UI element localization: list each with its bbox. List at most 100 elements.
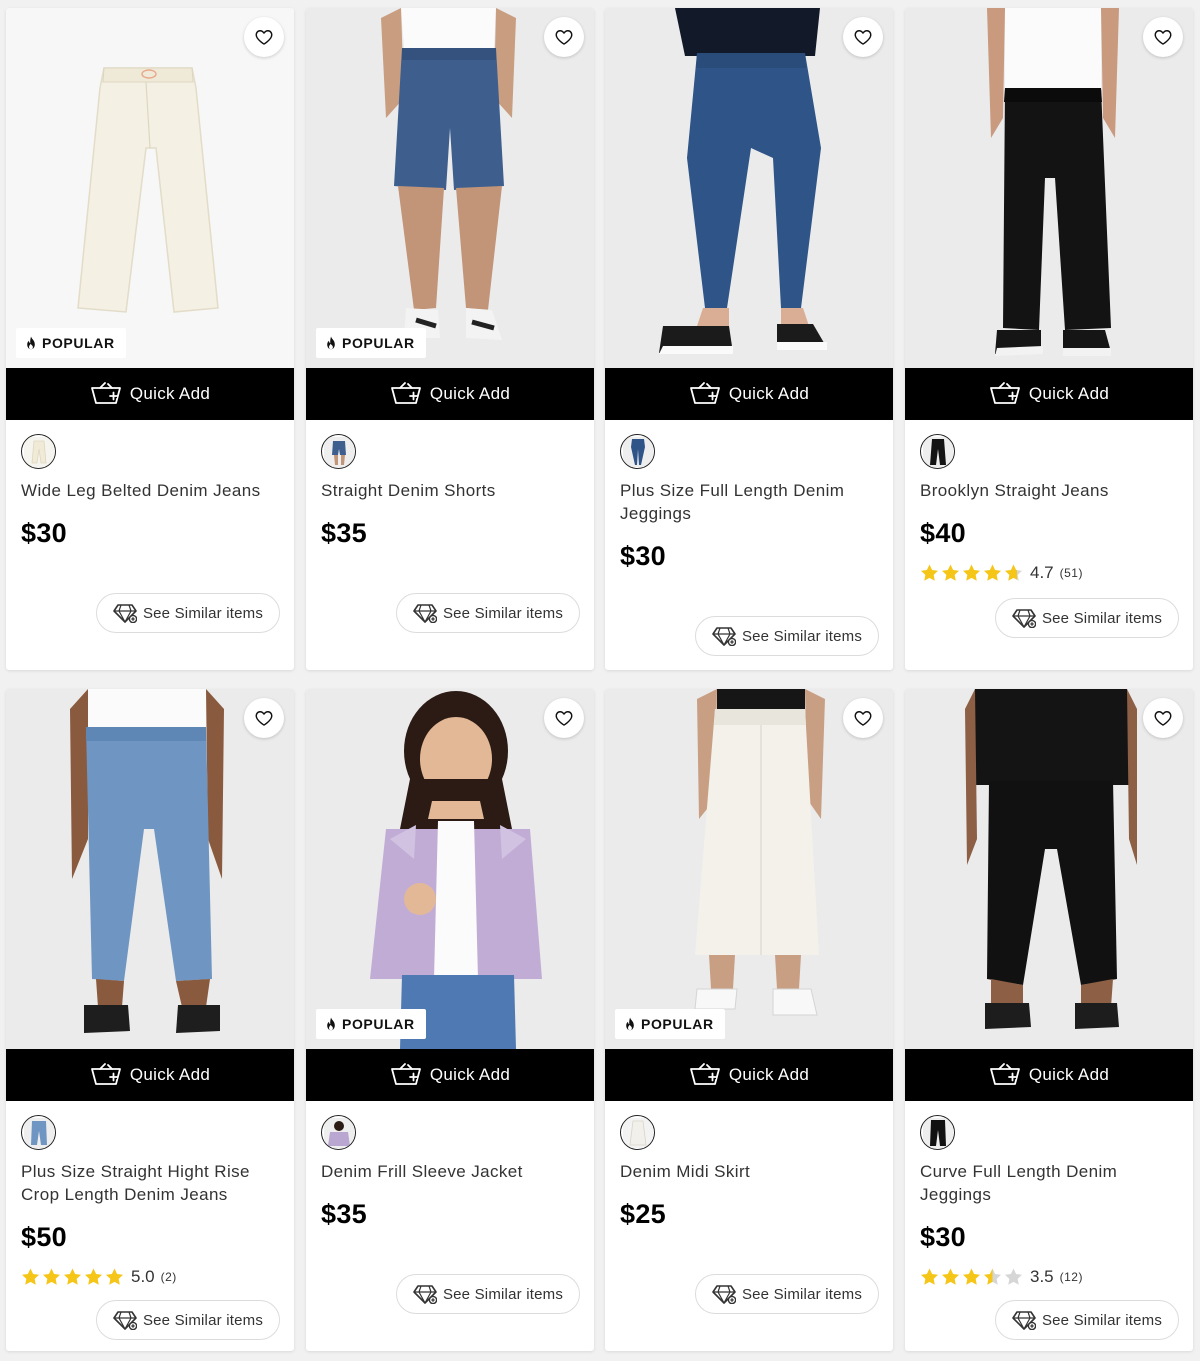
product-image[interactable] bbox=[306, 689, 594, 1049]
product-name[interactable]: Straight Denim Shorts bbox=[321, 479, 581, 502]
basket-icon bbox=[90, 382, 122, 406]
star-icon bbox=[1003, 1267, 1024, 1287]
swatch-thumbnail bbox=[622, 1117, 653, 1148]
quick-add-button[interactable]: Quick Add bbox=[605, 368, 893, 420]
star-icon bbox=[919, 1267, 940, 1287]
product-card[interactable]: Quick Add Plus Size Straight Hight Rise … bbox=[6, 689, 294, 1351]
product-image[interactable] bbox=[6, 8, 294, 368]
flame-icon bbox=[624, 1017, 636, 1031]
quick-add-button[interactable]: Quick Add bbox=[605, 1049, 893, 1101]
product-name[interactable]: Denim Midi Skirt bbox=[620, 1160, 880, 1183]
quick-add-button[interactable]: Quick Add bbox=[306, 368, 594, 420]
star-icon bbox=[961, 563, 982, 583]
popular-badge: POPULAR bbox=[316, 328, 426, 358]
color-swatch[interactable] bbox=[620, 434, 655, 469]
see-similar-button[interactable]: See Similar items bbox=[995, 598, 1179, 638]
color-swatch[interactable] bbox=[920, 1115, 955, 1150]
product-name[interactable]: Plus Size Straight Hight Rise Crop Lengt… bbox=[21, 1160, 281, 1206]
swatch-thumbnail bbox=[922, 436, 953, 467]
star-rating[interactable]: 5.0 (2) bbox=[20, 1267, 177, 1287]
wishlist-button[interactable] bbox=[843, 17, 883, 57]
product-image[interactable] bbox=[905, 689, 1193, 1049]
product-card[interactable]: POPULAR Quick Add Wide Leg Belted Denim … bbox=[6, 8, 294, 670]
badge-label: POPULAR bbox=[42, 335, 115, 351]
see-similar-button[interactable]: See Similar items bbox=[96, 593, 280, 633]
color-swatch[interactable] bbox=[321, 434, 356, 469]
color-swatch[interactable] bbox=[920, 434, 955, 469]
wishlist-button[interactable] bbox=[843, 698, 883, 738]
popular-badge: POPULAR bbox=[615, 1009, 725, 1039]
quick-add-button[interactable]: Quick Add bbox=[6, 1049, 294, 1101]
product-card[interactable]: POPULAR Quick Add Straight Denim Shorts … bbox=[306, 8, 594, 670]
color-swatch[interactable] bbox=[21, 434, 56, 469]
rating-value: 3.5 bbox=[1030, 1267, 1054, 1286]
star-rating[interactable]: 3.5 (12) bbox=[919, 1267, 1083, 1287]
wishlist-button[interactable] bbox=[244, 698, 284, 738]
see-similar-button[interactable]: See Similar items bbox=[96, 1300, 280, 1340]
product-name[interactable]: Curve Full Length Denim Jeggings bbox=[920, 1160, 1180, 1206]
basket-icon bbox=[390, 1063, 422, 1087]
wishlist-button[interactable] bbox=[1143, 17, 1183, 57]
stars bbox=[20, 1267, 125, 1287]
jeggings-photo bbox=[605, 8, 893, 368]
quick-add-button[interactable]: Quick Add bbox=[905, 1049, 1193, 1101]
quick-add-label: Quick Add bbox=[728, 384, 810, 403]
star-icon bbox=[20, 1267, 41, 1287]
heart-icon bbox=[853, 708, 873, 728]
rating-count: (2) bbox=[160, 1270, 177, 1284]
product-name[interactable]: Denim Frill Sleeve Jacket bbox=[321, 1160, 581, 1183]
see-similar-label: See Similar items bbox=[741, 1285, 863, 1303]
product-image[interactable] bbox=[605, 8, 893, 368]
product-image[interactable] bbox=[6, 689, 294, 1049]
see-similar-label: See Similar items bbox=[442, 1285, 564, 1303]
color-swatch[interactable] bbox=[21, 1115, 56, 1150]
similar-icon bbox=[113, 1310, 137, 1330]
basket-icon bbox=[989, 382, 1021, 406]
star-icon bbox=[919, 563, 940, 583]
product-name[interactable]: Wide Leg Belted Denim Jeans bbox=[21, 479, 281, 502]
wishlist-button[interactable] bbox=[544, 698, 584, 738]
product-card[interactable]: Quick Add Brooklyn Straight Jeans $40 4.… bbox=[905, 8, 1193, 670]
product-price: $35 bbox=[321, 1199, 367, 1229]
product-price: $25 bbox=[620, 1199, 666, 1229]
color-swatch[interactable] bbox=[321, 1115, 356, 1150]
basket-icon bbox=[989, 1063, 1021, 1087]
wishlist-button[interactable] bbox=[544, 17, 584, 57]
product-card[interactable]: Quick Add Plus Size Full Length Denim Je… bbox=[605, 8, 893, 670]
see-similar-label: See Similar items bbox=[442, 604, 564, 622]
product-price: $35 bbox=[321, 518, 367, 548]
flame-icon bbox=[325, 336, 337, 350]
see-similar-button[interactable]: See Similar items bbox=[396, 593, 580, 633]
wishlist-button[interactable] bbox=[244, 17, 284, 57]
product-price: $30 bbox=[620, 541, 666, 571]
quick-add-label: Quick Add bbox=[1028, 1065, 1110, 1084]
product-image[interactable] bbox=[905, 8, 1193, 368]
see-similar-button[interactable]: See Similar items bbox=[995, 1300, 1179, 1340]
quick-add-button[interactable]: Quick Add bbox=[905, 368, 1193, 420]
heart-icon bbox=[1153, 708, 1173, 728]
product-name[interactable]: Plus Size Full Length Denim Jeggings bbox=[620, 479, 880, 525]
see-similar-button[interactable]: See Similar items bbox=[695, 616, 879, 656]
swatch-thumbnail bbox=[622, 436, 653, 467]
quick-add-button[interactable]: Quick Add bbox=[306, 1049, 594, 1101]
product-name[interactable]: Brooklyn Straight Jeans bbox=[920, 479, 1180, 502]
product-image[interactable] bbox=[605, 689, 893, 1049]
product-price: $50 bbox=[21, 1222, 67, 1252]
flame-icon bbox=[325, 1017, 337, 1031]
quick-add-button[interactable]: Quick Add bbox=[6, 368, 294, 420]
product-image[interactable] bbox=[306, 8, 594, 368]
wishlist-button[interactable] bbox=[1143, 698, 1183, 738]
color-swatch[interactable] bbox=[620, 1115, 655, 1150]
see-similar-button[interactable]: See Similar items bbox=[695, 1274, 879, 1314]
product-card[interactable]: POPULAR Quick Add Denim Frill Sleeve Jac… bbox=[306, 689, 594, 1351]
see-similar-label: See Similar items bbox=[142, 604, 264, 622]
rating-value: 5.0 bbox=[131, 1267, 155, 1286]
see-similar-button[interactable]: See Similar items bbox=[396, 1274, 580, 1314]
star-rating[interactable]: 4.7 (51) bbox=[919, 563, 1083, 583]
quick-add-label: Quick Add bbox=[429, 384, 511, 403]
product-card[interactable]: Quick Add Curve Full Length Denim Jeggin… bbox=[905, 689, 1193, 1351]
similar-icon bbox=[1012, 608, 1036, 628]
heart-icon bbox=[254, 708, 274, 728]
similar-icon bbox=[413, 603, 437, 623]
product-card[interactable]: POPULAR Quick Add Denim Midi Skirt $25 S… bbox=[605, 689, 893, 1351]
